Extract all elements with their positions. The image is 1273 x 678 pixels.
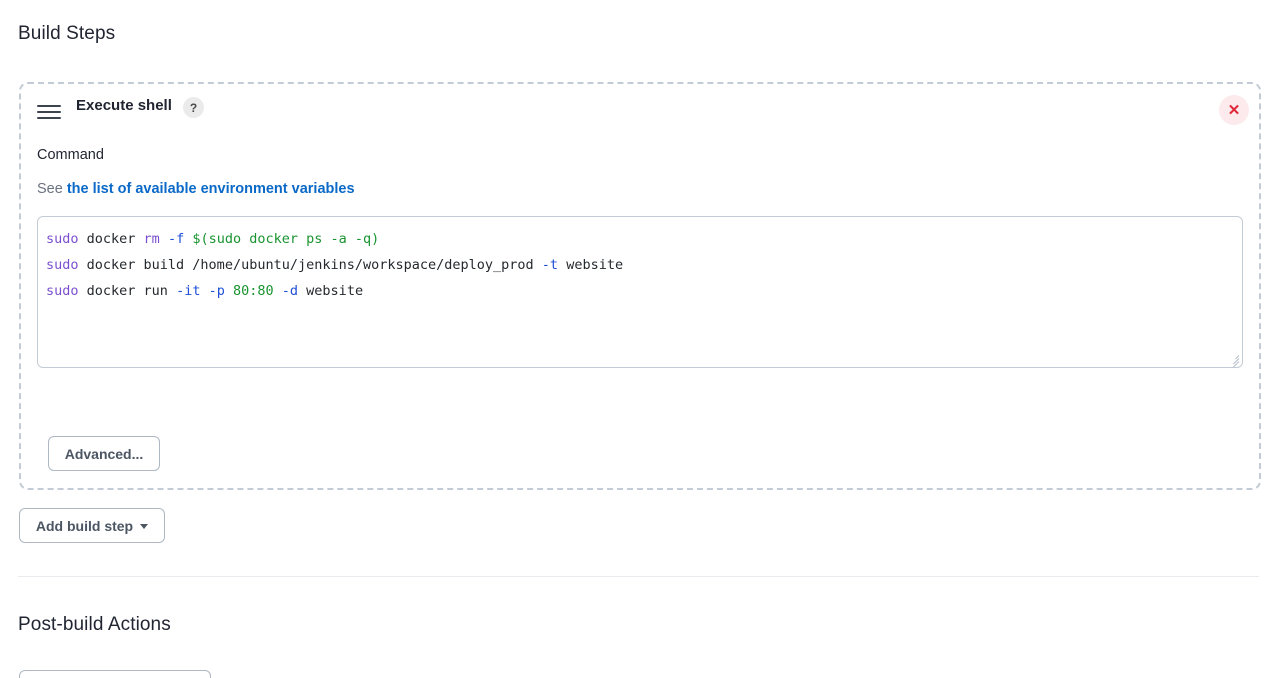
build-step-header: Execute shell ? ✕ — [21, 84, 1259, 140]
code-token: -t — [541, 257, 559, 273]
command-line: sudo docker rm -f $(sudo docker ps -a -q… — [46, 226, 1232, 252]
code-token: website — [298, 283, 364, 299]
close-icon[interactable]: ✕ — [1219, 95, 1249, 125]
build-step-panel: Execute shell ? ✕ Command See the list o… — [19, 82, 1261, 490]
environment-variables-hint: See the list of available environment va… — [37, 181, 355, 197]
code-token: -f — [167, 231, 185, 247]
command-line: sudo docker build /home/ubuntu/jenkins/w… — [46, 252, 1232, 278]
hint-prefix-text: See — [37, 181, 67, 197]
chevron-down-icon — [140, 524, 149, 529]
code-token: -p — [208, 283, 225, 299]
code-token: docker — [78, 231, 144, 247]
build-step-title: Execute shell — [76, 97, 172, 114]
code-token: -it — [176, 283, 201, 299]
advanced-button[interactable]: Advanced... — [48, 436, 160, 471]
resize-handle-icon[interactable] — [1226, 351, 1240, 367]
code-token: docker run — [78, 283, 177, 299]
add-build-step-label: Add build step — [35, 517, 134, 534]
environment-variables-link[interactable]: the list of available environment variab… — [67, 181, 355, 197]
code-token: -d — [281, 283, 299, 299]
add-build-step-button[interactable]: Add build step — [19, 508, 165, 543]
code-token: sudo — [46, 283, 79, 299]
command-input[interactable]: sudo docker rm -f $(sudo docker ps -a -q… — [37, 216, 1243, 368]
page-title-build-steps: Build Steps — [18, 23, 116, 44]
drag-handle-icon[interactable] — [37, 105, 61, 119]
code-token: sudo — [46, 257, 79, 273]
command-code-text[interactable]: sudo docker rm -f $(sudo docker ps -a -q… — [38, 217, 1242, 304]
code-token: $(sudo docker ps -a -q) — [192, 231, 380, 247]
code-token: rm — [143, 231, 160, 247]
code-token: website — [558, 257, 624, 273]
code-token: docker build /home/ubuntu/jenkins/worksp… — [78, 257, 542, 273]
code-token: sudo — [46, 231, 79, 247]
build-configuration-page: Build Steps Execute shell ? ✕ Command Se… — [0, 0, 1273, 678]
command-line: sudo docker run -it -p 80:80 -d website — [46, 278, 1232, 304]
command-label: Command — [37, 147, 104, 163]
section-divider — [18, 576, 1259, 577]
page-title-post-build-actions: Post-build Actions — [18, 614, 171, 635]
add-post-build-action-button[interactable] — [19, 670, 211, 678]
help-icon[interactable]: ? — [183, 97, 204, 118]
code-token: 80:80 — [233, 283, 274, 299]
